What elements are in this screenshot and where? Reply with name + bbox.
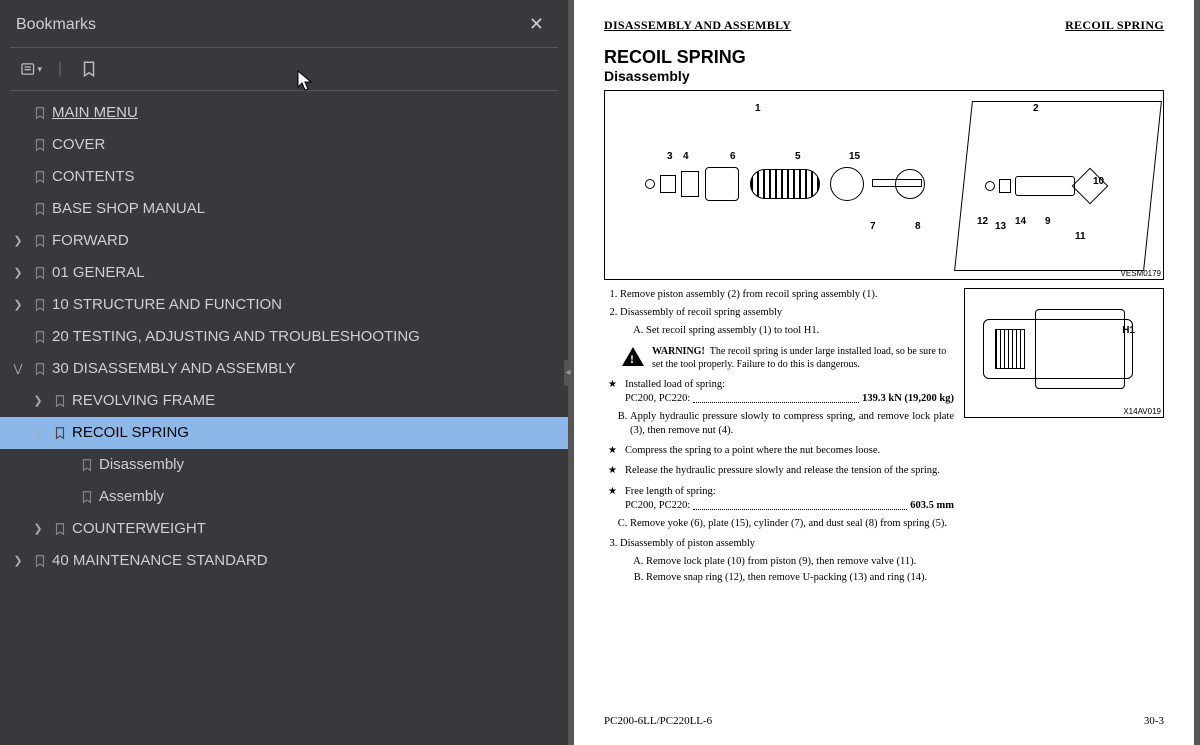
page-header: DISASSEMBLY AND ASSEMBLY RECOIL SPRING	[604, 18, 1164, 33]
bookmark-icon	[28, 552, 52, 570]
warning-icon	[622, 347, 644, 366]
bookmark-label: 01 GENERAL	[52, 262, 560, 284]
bookmark-label: COVER	[52, 134, 560, 156]
bookmark-label: 20 TESTING, ADJUSTING AND TROUBLESHOOTIN…	[52, 326, 560, 348]
bookmark-item[interactable]: ❯Assembly	[0, 481, 568, 513]
page-subtitle: Disassembly	[604, 68, 1164, 84]
sidebar-title: Bookmarks	[16, 16, 96, 34]
tool-diagram: H1 X14AV019	[964, 288, 1164, 418]
bookmark-item[interactable]: ❯CONTENTS	[0, 161, 568, 193]
instruction-text: Remove piston assembly (2) from recoil s…	[604, 288, 954, 590]
bookmark-label: Assembly	[99, 486, 560, 508]
bookmark-icon	[28, 232, 52, 250]
bookmark-tree: ❯MAIN MENU❯COVER❯CONTENTS❯BASE SHOP MANU…	[0, 91, 568, 745]
chevron-right-icon[interactable]: ❯	[8, 550, 28, 572]
bookmark-icon	[75, 488, 99, 506]
bookmark-item[interactable]: ❯Disassembly	[0, 449, 568, 481]
bookmark-label: FORWARD	[52, 230, 560, 252]
bookmark-icon	[28, 200, 52, 218]
bookmark-label: 30 DISASSEMBLY AND ASSEMBLY	[52, 358, 560, 380]
bookmark-item[interactable]: ❯20 TESTING, ADJUSTING AND TROUBLESHOOTI…	[0, 321, 568, 353]
current-bookmark-icon[interactable]	[78, 58, 100, 80]
sidebar-header: Bookmarks ✕	[0, 0, 568, 47]
chevron-right-icon[interactable]: ❯	[28, 518, 48, 540]
chevron-right-icon[interactable]: ❯	[8, 230, 28, 252]
bookmark-item[interactable]: ⋁ RECOIL SPRING	[0, 417, 568, 449]
bookmark-icon	[28, 136, 52, 154]
bookmark-label: CONTENTS	[52, 166, 560, 188]
bookmark-label: 10 STRUCTURE AND FUNCTION	[52, 294, 560, 316]
bookmark-label: BASE SHOP MANUAL	[52, 198, 560, 220]
bookmark-item[interactable]: ❯MAIN MENU	[0, 97, 568, 129]
bookmark-icon	[28, 168, 52, 186]
header-left: DISASSEMBLY AND ASSEMBLY	[604, 18, 791, 33]
bookmark-icon	[28, 296, 52, 314]
bookmarks-sidebar: Bookmarks ✕ ▾ | ❯MAIN MENU❯COVER❯CONTENT…	[0, 0, 568, 745]
bookmark-icon	[48, 424, 72, 442]
bookmark-icon	[48, 520, 72, 538]
chevron-down-icon[interactable]: ⋁	[28, 422, 48, 444]
outline-options-icon[interactable]: ▾	[20, 58, 42, 80]
warning-row: WARNING! The recoil spring is under larg…	[622, 345, 954, 372]
diagram-id: VESM0179	[1121, 269, 1161, 278]
bookmark-icon	[28, 264, 52, 282]
main-diagram: 1 2 3 4 5 6 7 8 9 10 11 12 13 14 15	[604, 90, 1164, 280]
page-viewport[interactable]: DISASSEMBLY AND ASSEMBLY RECOIL SPRING R…	[568, 0, 1200, 745]
bookmark-item[interactable]: ⋁ 30 DISASSEMBLY AND ASSEMBLY	[0, 353, 568, 385]
sidebar-toolbar: ▾ |	[0, 48, 568, 90]
bookmark-icon	[28, 360, 52, 378]
bookmark-icon	[48, 392, 72, 410]
page-title: RECOIL SPRING	[604, 47, 1164, 68]
bookmark-label: REVOLVING FRAME	[72, 390, 560, 412]
bookmark-label: COUNTERWEIGHT	[72, 518, 560, 540]
bookmark-label: MAIN MENU	[52, 102, 560, 124]
bookmark-item[interactable]: ❯ FORWARD	[0, 225, 568, 257]
bookmark-icon	[75, 456, 99, 474]
bookmark-label: RECOIL SPRING	[72, 422, 560, 444]
bookmark-item[interactable]: ❯ 40 MAINTENANCE STANDARD	[0, 545, 568, 577]
chevron-down-icon[interactable]: ⋁	[8, 358, 28, 380]
pdf-page: DISASSEMBLY AND ASSEMBLY RECOIL SPRING R…	[574, 0, 1194, 745]
chevron-right-icon[interactable]: ❯	[8, 294, 28, 316]
chevron-right-icon[interactable]: ❯	[28, 390, 48, 412]
bookmark-item[interactable]: ❯ 01 GENERAL	[0, 257, 568, 289]
bookmark-label: 40 MAINTENANCE STANDARD	[52, 550, 560, 572]
header-right: RECOIL SPRING	[1065, 18, 1164, 33]
bookmark-item[interactable]: ❯BASE SHOP MANUAL	[0, 193, 568, 225]
chevron-right-icon[interactable]: ❯	[8, 262, 28, 284]
diagram-id-small: X14AV019	[1123, 407, 1161, 416]
bookmark-icon	[28, 104, 52, 122]
bookmark-item[interactable]: ❯ 10 STRUCTURE AND FUNCTION	[0, 289, 568, 321]
bookmark-item[interactable]: ❯ REVOLVING FRAME	[0, 385, 568, 417]
bookmark-item[interactable]: ❯COVER	[0, 129, 568, 161]
close-icon[interactable]: ✕	[521, 12, 552, 37]
page-footer: PC200-6LL/PC220LL-6 30-3	[604, 715, 1164, 727]
bookmark-icon	[28, 328, 52, 346]
sidebar-resize-handle[interactable]: ◂	[564, 360, 572, 386]
bookmark-item[interactable]: ❯ COUNTERWEIGHT	[0, 513, 568, 545]
bookmark-label: Disassembly	[99, 454, 560, 476]
